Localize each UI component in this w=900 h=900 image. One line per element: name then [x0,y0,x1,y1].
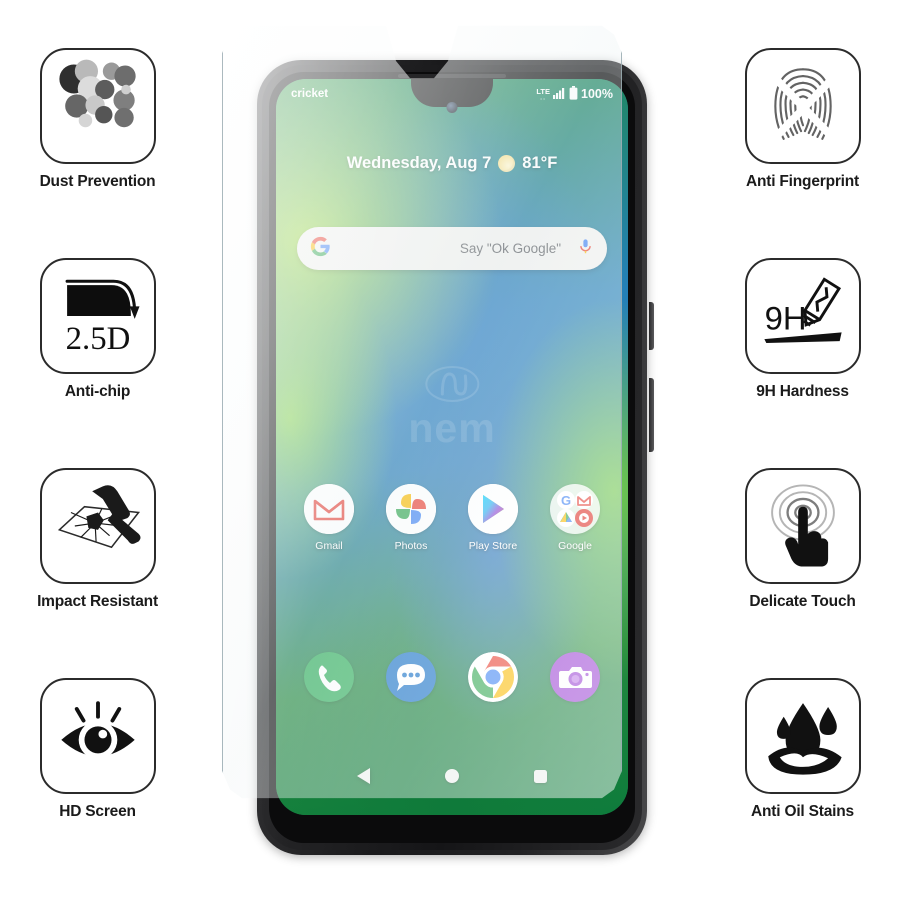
feature-label: HD Screen [59,803,136,820]
phone-bezel: cricket LTE ·· 100% Wednesday, Aug 7 81°… [269,72,635,843]
feature-anti-chip: 2.5D Anti-chip [0,258,195,400]
svg-text:2.5D: 2.5D [65,321,130,357]
feature-column-right: Anti Fingerprint 9H 9H Hardness Delicate… [705,0,900,900]
phone-device: cricket LTE ·· 100% Wednesday, Aug 7 81°… [253,60,654,860]
lte-label: LTE [536,87,551,96]
messages-icon[interactable] [386,652,436,702]
svg-text:9H: 9H [764,300,806,337]
fingerprint-crossed-icon [744,48,861,164]
app-label: Gmail [315,540,343,552]
power-button[interactable] [649,302,654,350]
status-icons: LTE ·· 100% [536,85,613,103]
app-label: Play Store [468,540,518,552]
back-triangle-icon[interactable] [357,768,371,784]
google-search-bar[interactable]: Say "Ok Google" [297,227,607,270]
feature-anti-fingerprint: Anti Fingerprint [705,48,900,190]
gmail-icon [304,484,354,534]
feature-label: Anti Oil Stains [751,803,854,820]
temperature-label: 81°F [522,154,558,172]
knife-scratch-icon: 9H [744,258,861,374]
feature-column-left: Dust Prevention 2.5D Anti-chip Impact Re… [0,0,195,900]
microphone-icon[interactable] [577,237,594,261]
pointing-hand-ripple-icon [744,468,861,584]
google-g-icon [310,236,331,262]
app-label: Google [558,540,592,552]
phone-screen[interactable]: cricket LTE ·· 100% Wednesday, Aug 7 81°… [276,79,628,815]
feature-hd-screen: HD Screen [0,678,195,820]
wallpaper [276,79,628,815]
curved-edge-2-5d-icon: 2.5D [39,258,156,374]
feature-anti-oil-stains: Anti Oil Stains [705,678,900,820]
navigation-bar [276,759,628,793]
earpiece-speaker [398,74,506,78]
feature-label: Delicate Touch [749,593,856,610]
play-store-icon [468,484,518,534]
feature-label: Dust Prevention [39,173,156,190]
feature-delicate-touch: Delicate Touch [705,468,900,610]
feature-impact-resistant: Impact Resistant [0,468,195,610]
feature-label: Anti-chip [64,383,131,400]
feature-label: Impact Resistant [37,593,158,610]
chrome-icon[interactable] [468,652,518,702]
dust-particles-icon [39,48,156,164]
home-circle-icon[interactable] [444,769,459,783]
feature-label: Anti Fingerprint [745,173,860,190]
feature-label: 9H Hardness [756,383,849,400]
sun-icon [498,155,516,172]
date-weather-widget[interactable]: Wednesday, Aug 7 81°F [276,154,628,173]
camera-icon[interactable] [550,652,600,702]
carrier-label: cricket [291,88,329,100]
recents-square-icon[interactable] [533,769,547,783]
status-bar: cricket LTE ·· 100% [276,79,628,109]
feature-dust-prevention: Dust Prevention [0,48,195,190]
phone-dialer-icon[interactable] [304,652,354,702]
app-play-store[interactable]: Play Store [460,484,526,552]
google-photos-icon [386,484,436,534]
feature-9h-hardness: 9H 9H Hardness [705,258,900,400]
svg-text:G: G [561,493,571,508]
volume-button[interactable] [649,378,654,452]
lte-arrows-icon: ·· [540,97,547,103]
lte-indicator: LTE ·· [536,85,550,103]
app-gmail[interactable]: Gmail [296,484,362,552]
google-folder-icon: G [550,484,600,534]
eye-rays-icon [39,678,156,794]
hammer-breaking-glass-icon [39,468,156,584]
app-label: Photos [394,540,428,552]
app-row: Gmail Photos Play Store G Google [288,484,616,552]
app-photos[interactable]: Photos [378,484,444,552]
date-label: Wednesday, Aug 7 [346,154,492,172]
app-google-folder[interactable]: G Google [542,484,608,552]
signal-bars-icon [553,87,566,102]
dock [288,652,616,702]
search-hint-label: Say "Ok Google" [459,241,561,256]
oil-droplet-icon [744,678,861,794]
battery-percent-label: 100% [581,87,613,101]
battery-full-icon [569,85,578,103]
